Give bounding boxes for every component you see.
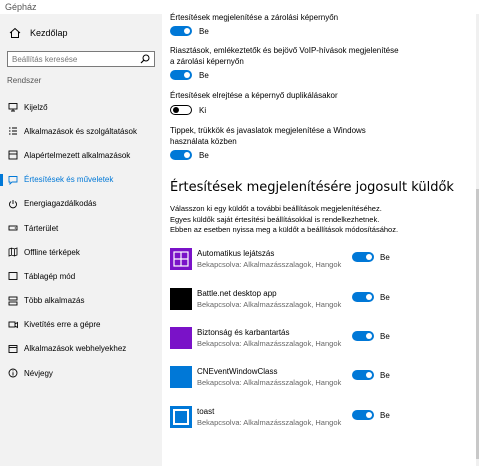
section-label: Rendszer: [7, 76, 42, 85]
home-label: Kezdőlap: [30, 28, 68, 38]
web-apps-icon: [8, 344, 18, 354]
sender-toggle[interactable]: [352, 410, 374, 420]
lockscreen-reminders-toggle[interactable]: [170, 70, 192, 80]
tips-tricks-toggle[interactable]: [170, 150, 192, 160]
sidebar-item-label: Névjegy: [24, 368, 53, 378]
sidebar-item-projecting[interactable]: Kivetítés erre a gépre: [0, 313, 162, 337]
map-icon: [8, 247, 18, 257]
search-icon[interactable]: [140, 54, 150, 64]
power-icon: [8, 199, 18, 209]
sidebar-item-label: Alkalmazások webhelyekhez: [24, 344, 127, 354]
sidebar-item-label: Energiagazdálkodás: [24, 199, 97, 209]
home-icon: [8, 26, 22, 40]
sender-name: CNEventWindowClass: [197, 367, 278, 376]
sidebar-item-label: Értesítések és műveletek: [24, 175, 114, 185]
search-placeholder: Beállítás keresése: [12, 55, 78, 64]
sender-status: Bekapcsolva: Alkalmazásszalagok, Hangok: [197, 378, 342, 387]
sender-name: Battle.net desktop app: [197, 289, 277, 298]
sidebar-item-power[interactable]: Energiagazdálkodás: [0, 192, 162, 216]
sender-name: Automatikus lejátszás: [197, 249, 275, 258]
security-maintenance-icon: [170, 327, 192, 349]
apps-list-icon: [8, 126, 18, 136]
toggle-state-label: Be: [380, 411, 390, 420]
sidebar-item-label: Kijelző: [24, 102, 48, 112]
sender-status: Bekapcsolva: Alkalmazásszalagok, Hangok: [197, 260, 342, 269]
main-content: Értesítések megjelenítése a zárolási kép…: [162, 13, 480, 466]
toggle-state-label: Be: [380, 332, 390, 341]
sender-item-security-maintenance[interactable]: Biztonság és karbantartás Bekapcsolva: A…: [170, 327, 470, 349]
toggle-state-label: Be: [380, 371, 390, 380]
info-icon: [8, 368, 18, 378]
scrollbar[interactable]: [476, 14, 479, 466]
toggle-state-label: Ki: [199, 106, 207, 115]
sender-item-battlenet[interactable]: Battle.net desktop app Bekapcsolva: Alka…: [170, 288, 470, 310]
sender-toggle[interactable]: [352, 292, 374, 302]
sidebar: Kezdőlap Beállítás keresése Rendszer Kij…: [0, 14, 162, 466]
sidebar-item-notifications[interactable]: Értesítések és műveletek: [0, 168, 162, 192]
sender-item-toast[interactable]: toast Bekapcsolva: Alkalmazásszalagok, H…: [170, 406, 470, 428]
notification-icon: [8, 175, 18, 185]
sidebar-item-label: Alkalmazások és szolgáltatások: [24, 126, 137, 136]
sidebar-item-label: Tárterület: [24, 223, 59, 233]
toggle-state-label: Be: [199, 27, 209, 36]
project-icon: [8, 320, 18, 330]
option-tips-label: Tippek, trükkök és javaslatok megjelenít…: [170, 126, 366, 146]
sender-item-autoplay[interactable]: Automatikus lejátszás Bekapcsolva: Alkal…: [170, 248, 470, 270]
toggle-state-label: Be: [380, 253, 390, 262]
nav-list: Kijelző Alkalmazások és szolgáltatások A…: [0, 95, 162, 385]
toast-app-icon: [170, 406, 192, 428]
senders-heading: Értesítések megjelenítésére jogosult kül…: [170, 180, 454, 195]
toggle-state-label: Be: [199, 71, 209, 80]
sender-toggle[interactable]: [352, 331, 374, 341]
sidebar-item-about[interactable]: Névjegy: [0, 361, 162, 385]
sender-item-cneventwindowclass[interactable]: CNEventWindowClass Bekapcsolva: Alkalmaz…: [170, 366, 470, 388]
sender-toggle[interactable]: [352, 252, 374, 262]
sidebar-item-offline-maps[interactable]: Offline térképek: [0, 240, 162, 264]
sidebar-item-apps-features[interactable]: Alkalmazások és szolgáltatások: [0, 119, 162, 143]
sidebar-item-display[interactable]: Kijelző: [0, 95, 162, 119]
autoplay-icon: [170, 248, 192, 270]
search-input[interactable]: Beállítás keresése: [7, 51, 155, 67]
battlenet-app-icon: [170, 288, 192, 310]
sender-status: Bekapcsolva: Alkalmazásszalagok, Hangok: [197, 300, 342, 309]
sender-toggle[interactable]: [352, 370, 374, 380]
sidebar-item-tablet-mode[interactable]: Táblagép mód: [0, 264, 162, 288]
toggle-state-label: Be: [199, 151, 209, 160]
hide-when-duplicating-toggle[interactable]: [170, 105, 192, 115]
sidebar-item-label: Offline térképek: [24, 247, 80, 257]
sidebar-item-storage[interactable]: Tárterület: [0, 216, 162, 240]
sidebar-item-label: Alapértelmezett alkalmazások: [24, 150, 131, 160]
sender-status: Bekapcsolva: Alkalmazásszalagok, Hangok: [197, 418, 342, 427]
multitasking-icon: [8, 296, 18, 306]
sender-name: Biztonság és karbantartás: [197, 328, 290, 337]
senders-description: Válasszon ki egy küldőt a további beállí…: [170, 204, 399, 234]
sidebar-item-label: Kivetítés erre a gépre: [24, 320, 101, 330]
lockscreen-notifications-toggle[interactable]: [170, 26, 192, 36]
tablet-icon: [8, 271, 18, 281]
option-lockscreen-reminders-label: Riasztások, emlékeztetők és bejövő VoIP-…: [170, 46, 399, 66]
home-link[interactable]: Kezdőlap: [8, 26, 68, 40]
toggle-state-label: Be: [380, 293, 390, 302]
sidebar-item-apps-for-websites[interactable]: Alkalmazások webhelyekhez: [0, 337, 162, 361]
sender-status: Bekapcsolva: Alkalmazásszalagok, Hangok: [197, 339, 342, 348]
default-apps-icon: [8, 150, 18, 160]
sidebar-item-multitasking[interactable]: Több alkalmazás: [0, 289, 162, 313]
sidebar-item-label: Táblagép mód: [24, 271, 76, 281]
scrollbar-thumb[interactable]: [476, 189, 479, 459]
monitor-icon: [8, 102, 18, 112]
sidebar-item-default-apps[interactable]: Alapértelmezett alkalmazások: [0, 143, 162, 167]
storage-icon: [8, 223, 18, 233]
sidebar-item-label: Több alkalmazás: [24, 296, 85, 306]
sender-name: toast: [197, 407, 215, 416]
cnevent-app-icon: [170, 366, 192, 388]
option-hide-duplicating-label: Értesítések elrejtése a képernyő dupliká…: [170, 91, 338, 100]
option-lockscreen-notifications-label: Értesítések megjelenítése a zárolási kép…: [170, 13, 339, 22]
